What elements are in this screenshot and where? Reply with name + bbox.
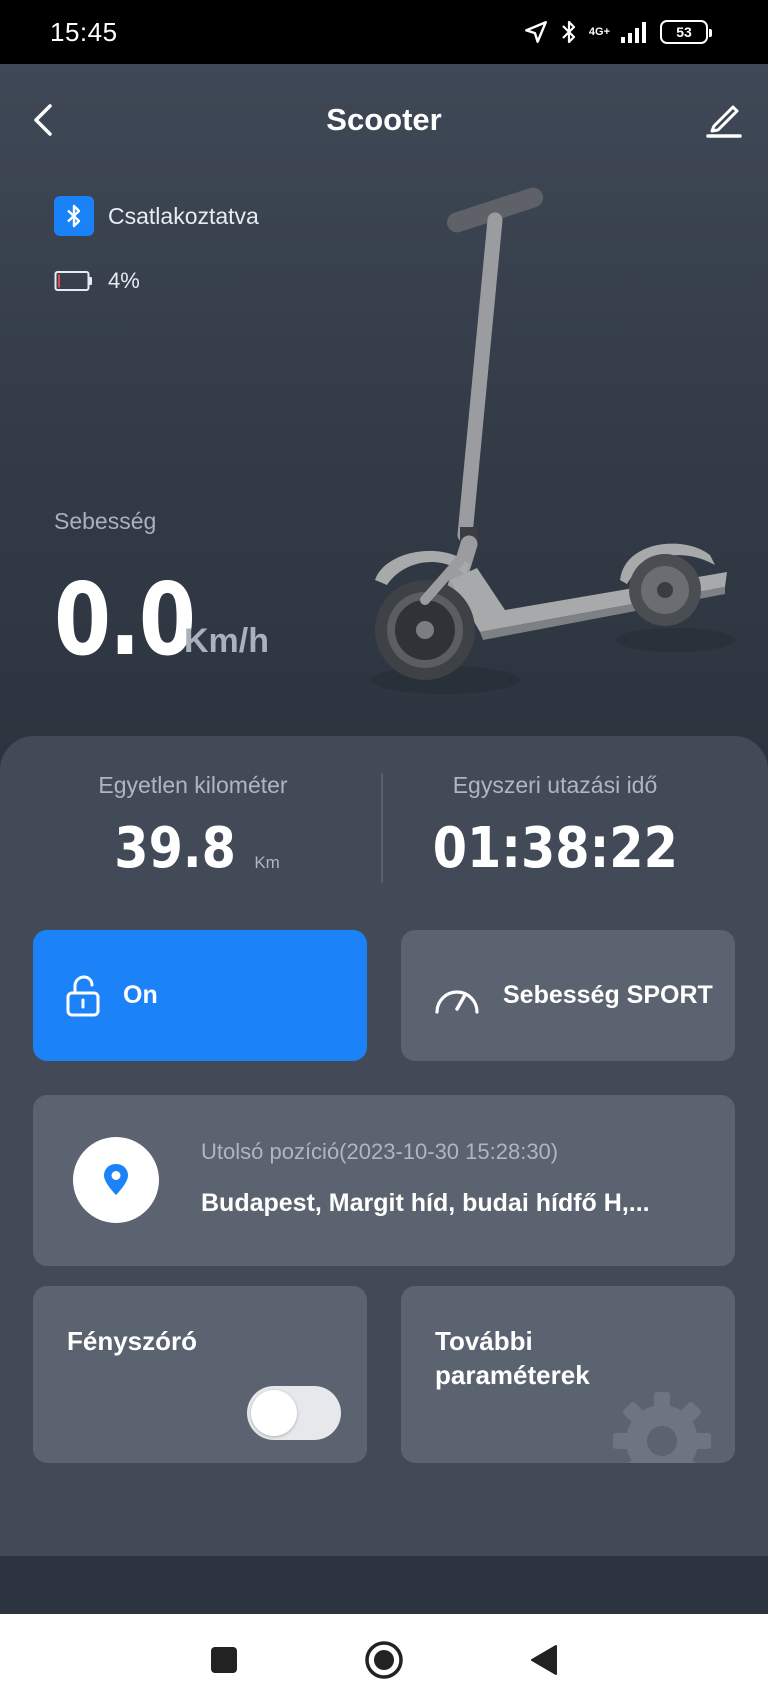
headlight-label: Fényszóró <box>67 1326 198 1356</box>
speedometer-icon <box>435 989 479 1014</box>
speed-label: Sebesség <box>54 508 157 534</box>
recents-button[interactable] <box>204 1640 244 1680</box>
triangle-back-icon <box>531 1645 557 1675</box>
lock-button[interactable]: On <box>33 930 367 1061</box>
toggle-knob <box>251 1390 297 1436</box>
system-nav-bar <box>0 1614 768 1706</box>
speed-unit: Km/h <box>184 622 269 660</box>
network-type: 4G+ <box>588 25 610 38</box>
status-time: 15:45 <box>50 16 118 47</box>
last-position-card[interactable]: Utolsó pozíció(2023-10-30 15:28:30) Buda… <box>33 1095 735 1266</box>
distance-stat: Egyetlen kilométer 39.8 Km <box>28 772 358 877</box>
more-parameters-label: További paraméterek <box>435 1326 590 1390</box>
battery-icon <box>54 271 92 291</box>
distance-value: 39.8 <box>114 816 237 881</box>
battery-fill <box>58 274 60 288</box>
battery-percent: 4% <box>108 268 140 293</box>
circle-icon <box>365 1641 403 1679</box>
scooter-battery: 4% <box>54 268 140 294</box>
trip-time-value: 01:38:22 <box>432 816 678 881</box>
last-position-address: Budapest, Margit híd, budai hídfő H,... <box>201 1189 650 1217</box>
edit-button[interactable] <box>704 98 744 140</box>
speed-value: 0.0 <box>54 561 196 678</box>
back-system-button[interactable] <box>524 1640 564 1680</box>
pencil-icon <box>706 105 742 138</box>
distance-label: Egyetlen kilométer <box>98 772 288 798</box>
home-button[interactable] <box>364 1640 404 1680</box>
trip-time-stat: Egyszeri utazási idő 01:38:22 <box>390 772 720 877</box>
status-battery-icon: 53 <box>660 20 712 44</box>
page-title: Scooter <box>326 102 442 137</box>
signal-icon <box>621 22 646 43</box>
bluetooth-icon <box>67 204 81 228</box>
speed-mode-button[interactable]: Sebesség SPORT <box>401 930 735 1061</box>
bluetooth-badge <box>54 196 94 236</box>
more-parameters-button[interactable]: További paraméterek <box>401 1286 735 1463</box>
location-circle <box>73 1137 159 1223</box>
gear-icon <box>613 1392 711 1463</box>
connection-label: Csatlakoztatva <box>108 202 259 229</box>
distance-unit: Km <box>254 853 280 872</box>
location-pin-icon <box>104 1164 128 1195</box>
headlight-card: Fényszóró <box>33 1286 367 1463</box>
connection-status: Csatlakoztatva <box>54 196 259 236</box>
last-position-title: Utolsó pozíció(2023-10-30 15:28:30) <box>201 1139 559 1164</box>
status-icons: 4G+ 53 <box>523 18 712 46</box>
lock-label: On <box>123 981 158 1009</box>
scooter-image <box>370 187 735 694</box>
location-arrow-icon <box>524 21 547 43</box>
square-icon <box>211 1647 237 1673</box>
status-battery-value: 53 <box>676 24 692 40</box>
trip-time-label: Egyszeri utazási idő <box>452 772 658 798</box>
status-bar: 15:45 4G+ 53 <box>0 0 768 64</box>
speed-mode-label: Sebesség SPORT <box>503 981 713 1009</box>
headlight-toggle[interactable] <box>247 1386 341 1440</box>
unlock-icon <box>66 974 100 1016</box>
stat-divider <box>381 773 383 883</box>
bluetooth-status-icon <box>562 20 575 44</box>
